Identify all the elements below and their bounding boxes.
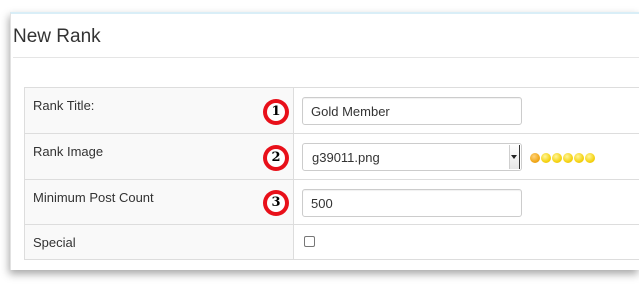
rank-dot-icon xyxy=(585,153,595,163)
chevron-down-icon[interactable] xyxy=(509,145,520,169)
rank-dot-icon xyxy=(574,153,584,163)
callout-badge-3: 3 xyxy=(263,190,289,216)
min-post-count-label: Minimum Post Count xyxy=(24,179,294,225)
rank-dot-icon xyxy=(552,153,562,163)
rank-image-selected-value: g39011.png xyxy=(312,150,380,165)
rank-dot-icon xyxy=(541,153,551,163)
special-checkbox[interactable] xyxy=(304,236,315,247)
min-post-count-row: Minimum Post Count xyxy=(24,179,639,225)
callout-number: 2 xyxy=(267,149,285,167)
rank-title-input[interactable] xyxy=(302,97,522,125)
rank-title-row: Rank Title: xyxy=(24,87,639,134)
rank-form-table: Rank Title: Rank Image g39011.png Minimu… xyxy=(24,87,639,260)
rank-image-row: Rank Image g39011.png xyxy=(24,133,639,180)
title-divider xyxy=(13,57,639,58)
callout-badge-2: 2 xyxy=(263,145,289,171)
callout-badge-1: 1 xyxy=(263,99,289,125)
rank-image-select[interactable]: g39011.png xyxy=(302,143,522,171)
rank-dot-icon xyxy=(530,153,540,163)
special-row: Special xyxy=(24,224,639,260)
page-title: New Rank xyxy=(13,26,101,47)
callout-number: 1 xyxy=(267,103,285,121)
special-label: Special xyxy=(24,224,294,260)
rank-dot-icon xyxy=(563,153,573,163)
min-post-count-input[interactable] xyxy=(302,189,522,217)
callout-number: 3 xyxy=(267,194,285,212)
rank-image-label: Rank Image xyxy=(24,133,294,180)
rank-title-label: Rank Title: xyxy=(24,87,294,134)
rank-image-preview xyxy=(530,153,595,163)
